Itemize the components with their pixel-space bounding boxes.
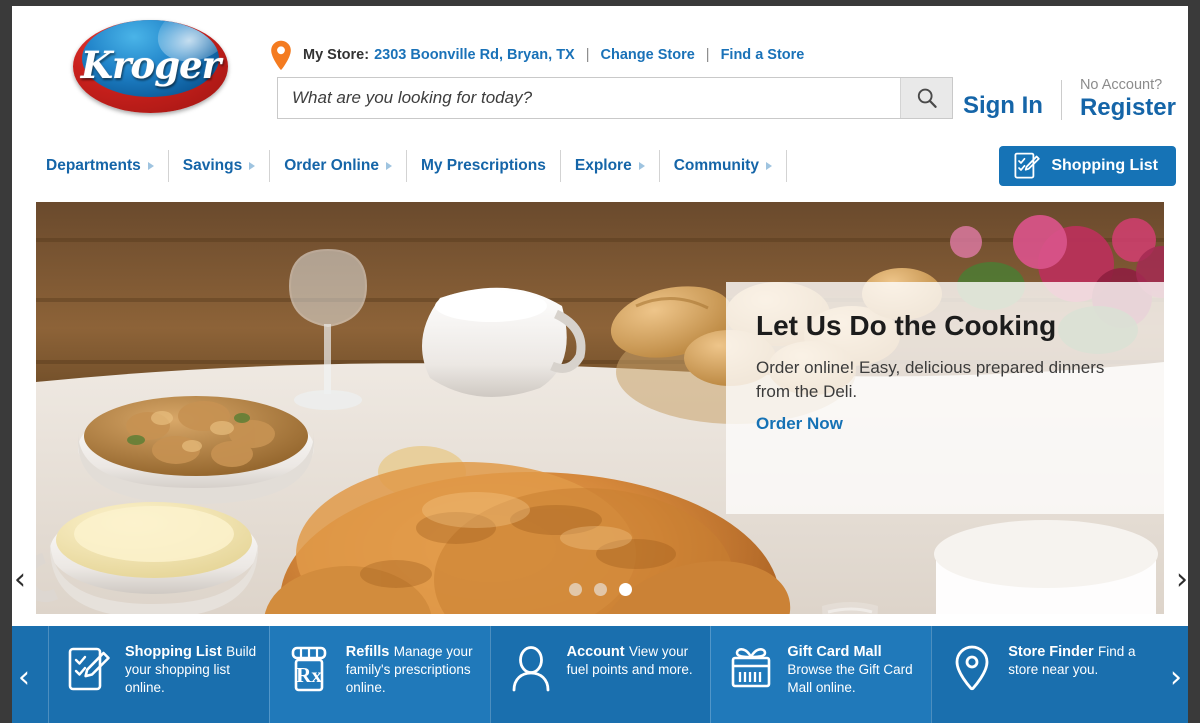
find-a-store-link[interactable]: Find a Store — [721, 47, 805, 63]
quick-links-bar: ‹ Shopping List Build your shopping list… — [12, 626, 1188, 723]
quick-links-items: Shopping List Build your shopping list o… — [48, 626, 1152, 723]
store-address-link[interactable]: 2303 Boonville Rd, Bryan, TX — [374, 47, 575, 63]
browser-viewport: Kroger My Store: 2303 Boonville Rd, Brya… — [12, 6, 1188, 723]
hero-message-panel: Let Us Do the Cooking Order online! Easy… — [726, 282, 1164, 514]
quicklink-store-finder[interactable]: Store Finder Find a store near you. — [931, 626, 1152, 723]
carousel-prev-arrow[interactable]: ‹ — [12, 560, 32, 600]
nav-item-savings[interactable]: Savings — [169, 150, 271, 182]
nav-label: Community — [673, 157, 759, 174]
nav-label: Savings — [182, 157, 243, 174]
shopping-list-icon — [63, 642, 115, 694]
chevron-right-icon — [385, 162, 392, 170]
shopping-list-button-label: Shopping List — [1051, 157, 1158, 174]
nav-item-community[interactable]: Community — [660, 150, 787, 182]
carousel-dot-1[interactable] — [568, 583, 582, 596]
chevron-right-icon — [147, 162, 154, 170]
map-pin-icon — [946, 642, 998, 694]
shopping-list-icon — [1014, 152, 1041, 179]
quicklink-text: Store Finder Find a store near you. — [998, 642, 1144, 679]
search-input[interactable] — [278, 78, 900, 118]
quicklink-text: Account View your fuel points and more. — [557, 642, 703, 679]
carousel-dot-2[interactable] — [593, 583, 607, 596]
sign-in-link[interactable]: Sign In — [963, 94, 1061, 120]
my-store-label: My Store: — [303, 47, 370, 63]
no-account-label: No Account? — [1079, 77, 1163, 94]
prescription-bottle-icon: Rx — [284, 642, 336, 694]
chevron-right-icon — [249, 162, 256, 170]
chevron-right-icon — [765, 162, 772, 170]
nav-item-explore[interactable]: Explore — [561, 150, 660, 182]
carousel-next-arrow[interactable]: › — [1170, 560, 1188, 600]
hero-image: Let Us Do the Cooking Order online! Easy… — [36, 202, 1164, 614]
quicklink-desc: Browse the Gift Card Mall online. — [787, 662, 913, 696]
kroger-logo[interactable]: Kroger — [73, 12, 228, 117]
quicklink-text: Gift Card Mall Browse the Gift Card Mall… — [777, 642, 923, 697]
quicklink-title: Shopping List — [125, 644, 222, 660]
hero-subtitle: Order online! Easy, delicious prepared d… — [756, 358, 1105, 401]
logo-wordmark: Kroger — [80, 42, 221, 87]
quicklink-refills[interactable]: Rx Refills Manage your family's prescrip… — [268, 626, 490, 723]
svg-text:Rx: Rx — [296, 663, 322, 687]
shopping-list-button[interactable]: Shopping List — [999, 146, 1176, 186]
store-separator-1: | — [585, 47, 590, 63]
quicklink-text: Refills Manage your family's prescriptio… — [336, 642, 482, 697]
quicklink-title: Store Finder — [1008, 644, 1094, 660]
nav-item-order-online[interactable]: Order Online — [270, 150, 407, 182]
search-button[interactable] — [900, 78, 952, 118]
nav-label: Departments — [46, 157, 141, 174]
quicklinks-prev-arrow[interactable]: ‹ — [12, 626, 48, 723]
nav-label: My Prescriptions — [420, 157, 546, 174]
hero-title: Let Us Do the Cooking — [756, 310, 1057, 341]
search-icon — [917, 88, 937, 108]
quicklink-shopping-list[interactable]: Shopping List Build your shopping list o… — [48, 626, 269, 723]
location-pin-icon — [271, 40, 291, 70]
chevron-right-icon — [638, 162, 645, 170]
nav-label: Order Online — [284, 157, 379, 174]
site-header: Kroger My Store: 2303 Boonville Rd, Brya… — [12, 6, 1188, 188]
carousel-dots — [36, 583, 1164, 596]
change-store-link[interactable]: Change Store — [601, 47, 695, 63]
account-area: Sign In No Account? Register — [963, 64, 1176, 120]
quicklink-title: Account — [566, 644, 625, 660]
quicklink-gift-card-mall[interactable]: Gift Card Mall Browse the Gift Card Mall… — [710, 626, 932, 723]
hero-carousel: ‹ › Let Us Do the Cooking Order online! … — [12, 188, 1188, 614]
nav-item-departments[interactable]: Departments — [36, 150, 169, 182]
order-now-link[interactable]: Order Now — [756, 414, 843, 433]
register-link[interactable]: Register — [1080, 94, 1176, 121]
search-bar — [277, 77, 953, 119]
register-block: No Account? Register — [1080, 77, 1176, 120]
quicklinks-next-arrow[interactable]: › — [1152, 626, 1188, 723]
my-store-bar: My Store: 2303 Boonville Rd, Bryan, TX |… — [270, 38, 804, 72]
main-navigation: Departments Savings Order Online My Pres… — [36, 150, 787, 182]
quicklink-title: Gift Card Mall — [787, 644, 882, 660]
quicklink-text: Shopping List Build your shopping list o… — [115, 642, 261, 697]
nav-item-my-prescriptions[interactable]: My Prescriptions — [407, 150, 561, 182]
quicklink-account[interactable]: Account View your fuel points and more. — [489, 626, 711, 723]
user-account-icon — [505, 642, 557, 694]
store-separator-2: | — [705, 47, 710, 63]
gift-card-icon — [725, 642, 777, 694]
quicklink-title: Refills — [345, 644, 390, 660]
account-divider — [1060, 80, 1062, 120]
carousel-dot-3[interactable] — [618, 583, 632, 596]
nav-label: Explore — [574, 157, 632, 174]
